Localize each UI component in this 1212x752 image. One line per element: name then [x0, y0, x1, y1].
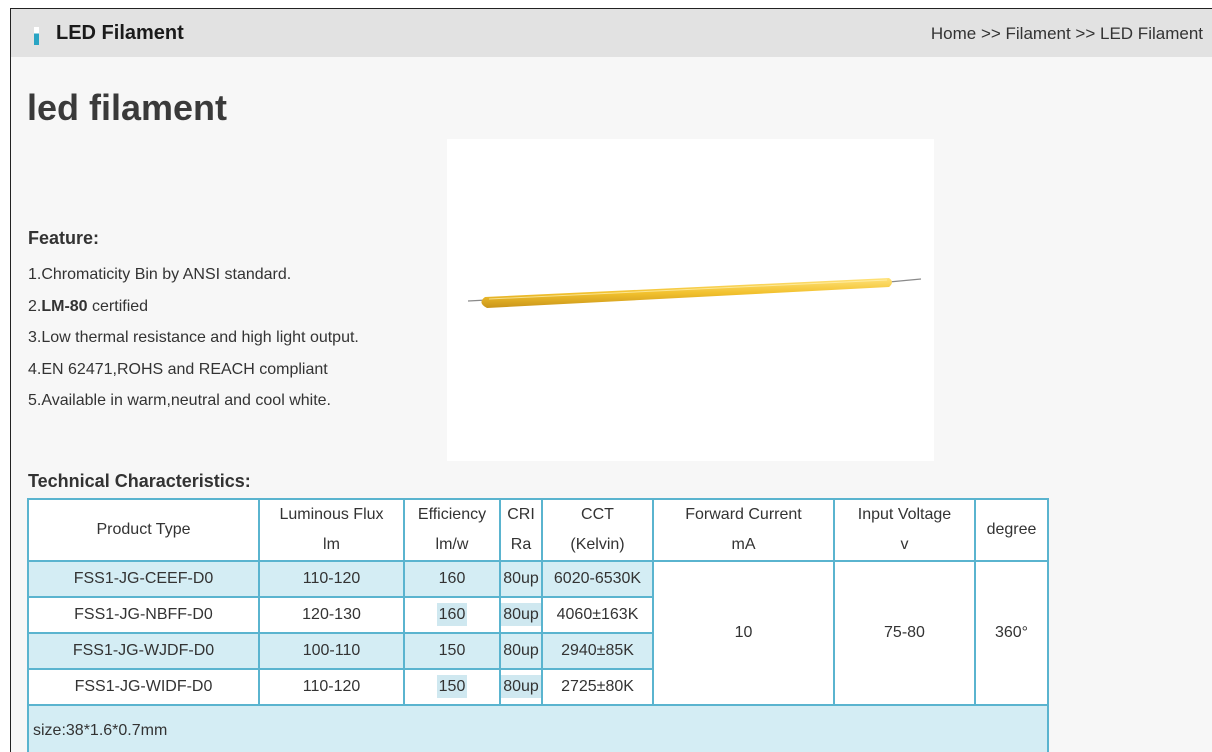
features-heading: Feature:: [28, 228, 100, 248]
feature-item: 3.Low thermal resistance and high light …: [28, 329, 359, 346]
cri-cell: 80up: [499, 596, 543, 634]
led-filament-icon: [467, 278, 922, 308]
column-header: Luminous Flux lm: [258, 498, 405, 562]
column-header: degree: [974, 498, 1049, 562]
section-header: LED Filament Home >> Filament >> LED Fil…: [11, 9, 1212, 57]
efficiency-cell: 150: [403, 668, 501, 706]
efficiency-cell: 150: [403, 632, 501, 670]
tech-heading: Technical Characteristics:: [28, 471, 251, 491]
column-header: Forward Current mA: [652, 498, 835, 562]
input-voltage-cell: 75-80: [833, 560, 976, 706]
cct-cell: 6020-6530K: [541, 560, 654, 598]
flux-cell: 120-130: [258, 596, 405, 634]
cct-cell: 2725±80K: [541, 668, 654, 706]
cri-cell: 80up: [499, 632, 543, 670]
section-title: LED Filament: [56, 22, 184, 44]
product-type-cell: FSS1-JG-WJDF-D0: [27, 632, 260, 670]
flux-cell: 100-110: [258, 632, 405, 670]
efficiency-cell: 160: [403, 596, 501, 634]
degree-cell: 360°: [974, 560, 1049, 706]
accent-bar-icon: [34, 27, 39, 45]
column-header: Product Type: [27, 498, 260, 562]
breadcrumb[interactable]: Home >> Filament >> LED Filament: [931, 24, 1203, 44]
cri-cell: 80up: [499, 560, 543, 598]
product-image: [447, 139, 934, 461]
cct-cell: 2940±85K: [541, 632, 654, 670]
spec-table: Product Type Luminous Flux lm Efficiency l…: [27, 498, 1049, 752]
feature-item: 2.LM-80 certified: [28, 297, 149, 315]
size-row: size:38*1.6*0.7mm: [27, 704, 1049, 752]
column-header: Efficiency lm/w: [403, 498, 501, 562]
table-header-row: Product Type Luminous Flux lm Efficiency l…: [27, 498, 1049, 562]
product-type-cell: FSS1-JG-WIDF-D0: [27, 668, 260, 706]
feature-item: 5.Available in warm,neutral and cool whi…: [28, 392, 331, 409]
page-title: led filament: [27, 87, 228, 128]
flux-cell: 110-120: [258, 560, 405, 598]
column-header: CRI Ra: [499, 498, 543, 562]
flux-cell: 110-120: [258, 668, 405, 706]
forward-current-cell: 10: [652, 560, 835, 706]
column-header: Input Voltage v: [833, 498, 976, 562]
feature-list: 1.Chromaticity Bin by ANSI standard. 2.L…: [28, 259, 359, 417]
table-row: FSS1-JG-CEEF-D0 110-120 160 80up 6020-65…: [27, 560, 1049, 706]
product-type-cell: FSS1-JG-NBFF-D0: [27, 596, 260, 634]
feature-item: 1.Chromaticity Bin by ANSI standard.: [28, 266, 292, 283]
column-header: CCT (Kelvin): [541, 498, 654, 562]
cct-cell: 4060±163K: [541, 596, 654, 634]
feature-item: 4.EN 62471,ROHS and REACH compliant: [28, 360, 328, 378]
page-frame: LED Filament Home >> Filament >> LED Fil…: [10, 8, 1212, 752]
size-note: size:38*1.6*0.7mm: [27, 704, 1049, 752]
efficiency-cell: 160: [403, 560, 501, 598]
cri-cell: 80up: [499, 668, 543, 706]
product-type-cell: FSS1-JG-CEEF-D0: [27, 560, 260, 598]
